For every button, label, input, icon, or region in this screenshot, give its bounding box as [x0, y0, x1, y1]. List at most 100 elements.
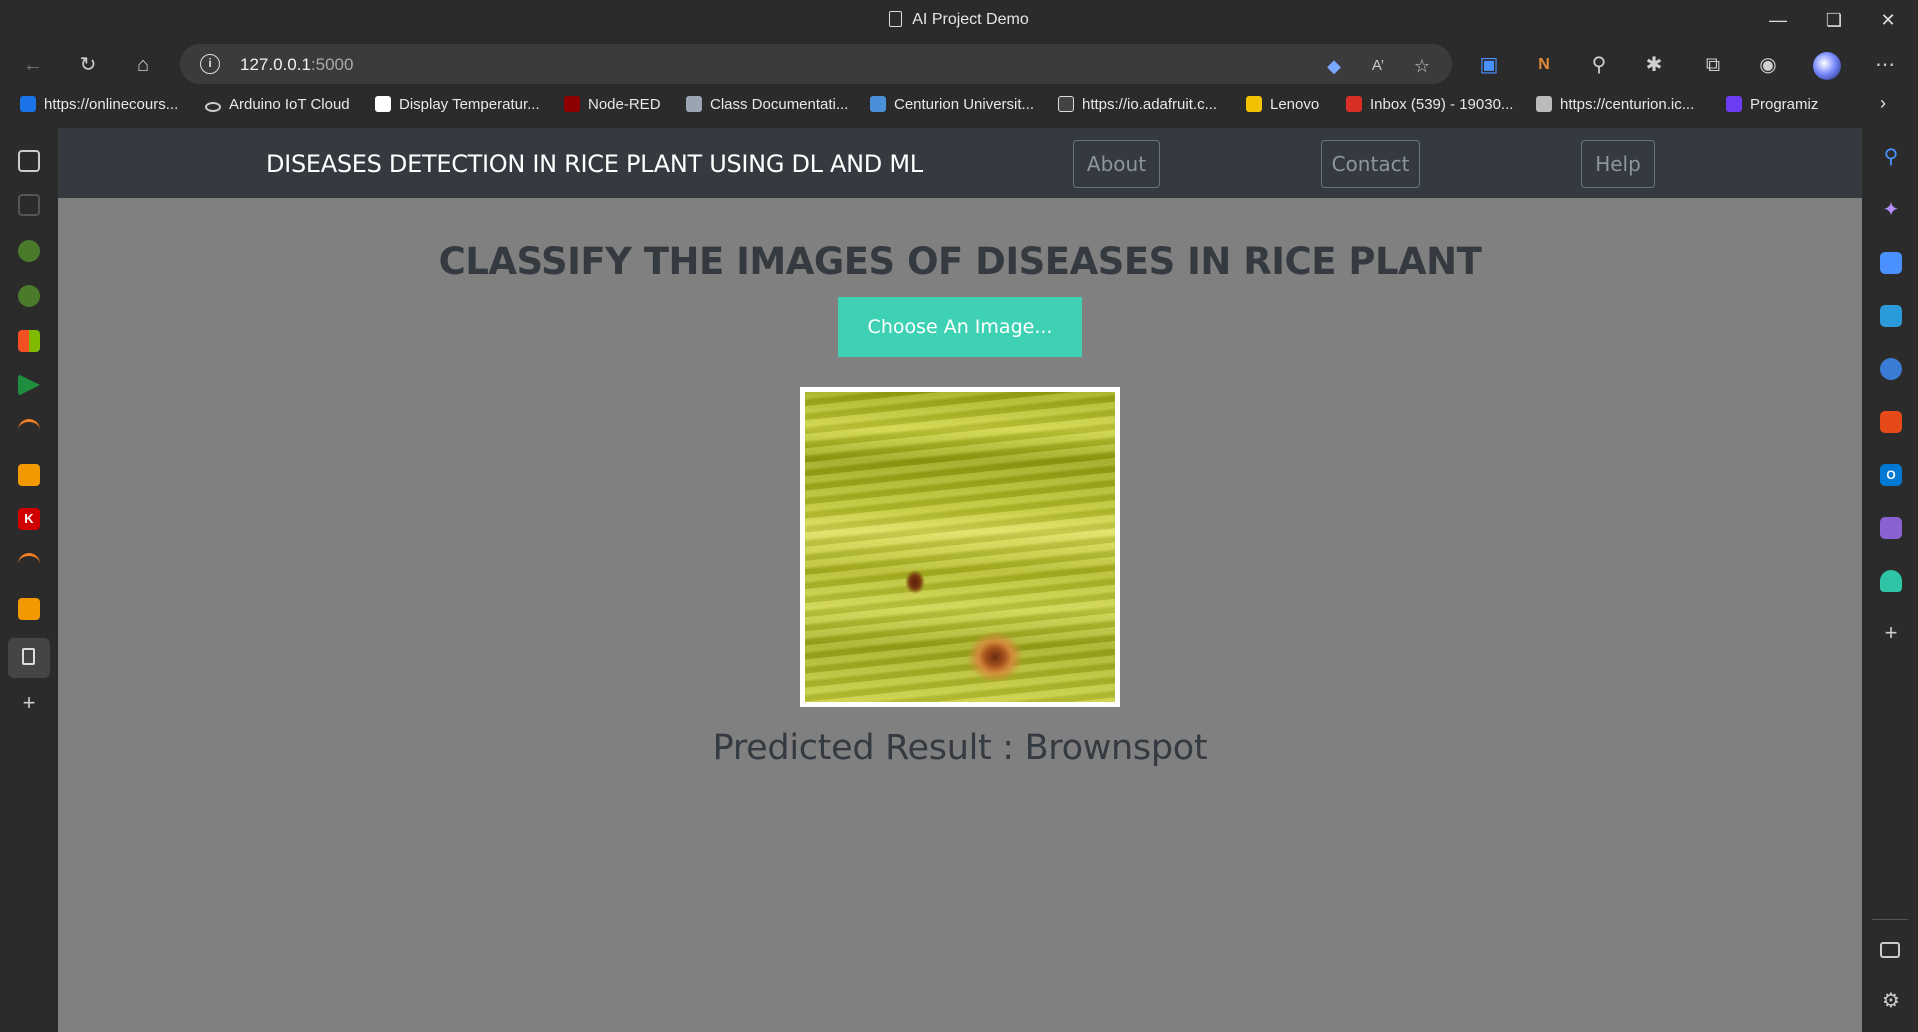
- address-bar[interactable]: i 127.0.0.1:5000 ◆ A’ ☆: [180, 44, 1452, 84]
- help-button[interactable]: Help: [1581, 140, 1655, 188]
- tree-icon[interactable]: [1880, 570, 1902, 592]
- bookmark-item[interactable]: Centurion Universit...: [870, 96, 1034, 113]
- bookmarks-bar: https://onlinecours... Arduino IoT Cloud…: [0, 88, 1918, 124]
- hide-sidebar-icon[interactable]: [1880, 942, 1900, 958]
- add-sidebar-app-icon[interactable]: +: [1880, 622, 1902, 644]
- bookmarks-overflow-icon[interactable]: ›: [1880, 93, 1886, 114]
- url-host: 127.0.0.1: [240, 55, 311, 74]
- navbar: DISEASES DETECTION IN RICE PLANT USING D…: [58, 128, 1862, 198]
- bookmark-label: Node-RED: [588, 96, 661, 113]
- bookmark-label: Arduino IoT Cloud: [229, 96, 350, 113]
- extension-icon[interactable]: ▣: [1474, 50, 1504, 80]
- bookmark-item[interactable]: Class Documentati...: [686, 96, 848, 113]
- bookmark-label: Programiz: [1750, 96, 1819, 113]
- bookmark-label: Centurion Universit...: [894, 96, 1035, 113]
- sidebar-divider: [1872, 919, 1908, 920]
- tab-favicon[interactable]: [18, 419, 40, 441]
- tab-favicon[interactable]: [18, 240, 40, 262]
- bookmark-favicon: [1058, 96, 1074, 112]
- tab-favicon[interactable]: [18, 194, 40, 216]
- contact-button[interactable]: Contact: [1321, 140, 1420, 188]
- tab-favicon[interactable]: [18, 330, 40, 352]
- read-aloud-icon[interactable]: A’: [1366, 54, 1390, 78]
- tab-favicon[interactable]: [18, 553, 40, 575]
- vertical-tabs-bar: K +: [0, 124, 58, 1032]
- collections-icon[interactable]: ⧉: [1698, 50, 1728, 80]
- bookmark-item[interactable]: Display Temperatur...: [375, 96, 540, 113]
- bookmark-item[interactable]: Arduino IoT Cloud: [205, 96, 350, 113]
- bookmark-item[interactable]: https://onlinecours...: [20, 96, 178, 113]
- tab-favicon[interactable]: [18, 598, 40, 620]
- minimize-button[interactable]: —: [1758, 6, 1798, 34]
- bookmark-label: Display Temperatur...: [399, 96, 540, 113]
- bookmark-favicon: [205, 102, 221, 112]
- window-titlebar: AI Project Demo — ❏ ✕: [0, 0, 1918, 40]
- uploaded-image-preview: [800, 387, 1120, 707]
- more-menu-icon[interactable]: ⋯: [1870, 50, 1900, 80]
- bookmark-label: Lenovo: [1270, 96, 1320, 113]
- edge-sidebar: ⚲ ✦ O + ⚙: [1862, 124, 1918, 1032]
- about-button[interactable]: About: [1073, 140, 1160, 188]
- choose-image-button[interactable]: Choose An Image...: [838, 297, 1082, 357]
- bookmark-item[interactable]: Node-RED: [564, 96, 661, 113]
- bookmark-item[interactable]: Inbox (539) - 19030...: [1346, 96, 1513, 113]
- bookmark-label: https://centurion.ic...: [1560, 96, 1695, 113]
- bookmark-label: https://io.adafruit.c...: [1082, 96, 1218, 113]
- close-window-button[interactable]: ✕: [1868, 6, 1908, 34]
- navbar-brand[interactable]: DISEASES DETECTION IN RICE PLANT USING D…: [266, 150, 923, 178]
- rice-leaf-image: [805, 392, 1115, 702]
- profile-avatar[interactable]: [1812, 50, 1842, 80]
- search-extension-icon[interactable]: ⚲: [1584, 50, 1614, 80]
- page-icon: [22, 648, 35, 665]
- extensions-icon[interactable]: ✱: [1639, 50, 1669, 80]
- notion-extension-icon[interactable]: N: [1529, 50, 1559, 80]
- restore-button[interactable]: ❏: [1814, 6, 1854, 34]
- back-icon[interactable]: ←: [18, 50, 48, 80]
- bookmark-folder[interactable]: Lenovo: [1246, 96, 1319, 113]
- page-title: CLASSIFY THE IMAGES OF DISEASES IN RICE …: [438, 240, 1482, 283]
- drop-icon[interactable]: [1880, 517, 1902, 539]
- tab-favicon[interactable]: [18, 374, 40, 396]
- outlook-icon[interactable]: O: [1880, 464, 1902, 486]
- bookmark-item[interactable]: https://centurion.ic...: [1536, 96, 1694, 113]
- bookmark-favicon: [375, 96, 391, 112]
- bookmark-favicon: [20, 96, 36, 112]
- bookmark-favicon: [1536, 96, 1552, 112]
- add-favorite-icon[interactable]: ☆: [1410, 54, 1434, 78]
- url-port: :5000: [310, 55, 354, 74]
- refresh-icon[interactable]: ↻: [73, 50, 103, 80]
- browser-toolbar: ← ↻ ⌂ i 127.0.0.1:5000 ◆ A’ ☆ ▣ N ⚲ ✱ ⧉ …: [0, 40, 1918, 88]
- site-info-icon[interactable]: i: [200, 54, 220, 74]
- tab-favicon[interactable]: K: [18, 508, 40, 530]
- window-title-text: AI Project Demo: [912, 11, 1029, 28]
- shopping-icon[interactable]: [1880, 252, 1902, 274]
- window-title: AI Project Demo: [0, 11, 1918, 29]
- bookmark-item[interactable]: Programiz: [1726, 96, 1818, 113]
- gmail-icon: [1346, 96, 1362, 112]
- performance-icon[interactable]: ◉: [1753, 50, 1783, 80]
- search-icon[interactable]: ⚲: [1880, 146, 1902, 168]
- home-icon[interactable]: ⌂: [128, 50, 158, 80]
- active-tab[interactable]: [8, 638, 50, 678]
- settings-gear-icon[interactable]: ⚙: [1880, 990, 1902, 1012]
- tools-icon[interactable]: [1880, 305, 1902, 327]
- new-tab-icon[interactable]: +: [18, 692, 40, 714]
- office-icon[interactable]: [1880, 411, 1902, 433]
- prediction-result: Predicted Result : Brownspot: [712, 728, 1208, 768]
- bookmark-label: https://onlinecours...: [44, 96, 179, 113]
- bookmark-favicon: [1726, 96, 1742, 112]
- games-icon[interactable]: [1880, 358, 1902, 380]
- tab-favicon[interactable]: [18, 464, 40, 486]
- copilot-icon[interactable]: ✦: [1880, 199, 1902, 221]
- tab-actions-icon[interactable]: [18, 150, 40, 172]
- bookmark-label: Inbox (539) - 19030...: [1370, 96, 1514, 113]
- bookmark-item[interactable]: https://io.adafruit.c...: [1058, 96, 1217, 113]
- page-icon: [889, 11, 903, 27]
- web-page: DISEASES DETECTION IN RICE PLANT USING D…: [58, 128, 1862, 1032]
- folder-icon: [1246, 96, 1262, 112]
- shopping-tag-icon[interactable]: ◆: [1322, 54, 1346, 78]
- bookmark-favicon: [870, 96, 886, 112]
- bookmark-favicon: [686, 96, 702, 112]
- url-text[interactable]: 127.0.0.1:5000: [240, 55, 353, 75]
- tab-favicon[interactable]: [18, 285, 40, 307]
